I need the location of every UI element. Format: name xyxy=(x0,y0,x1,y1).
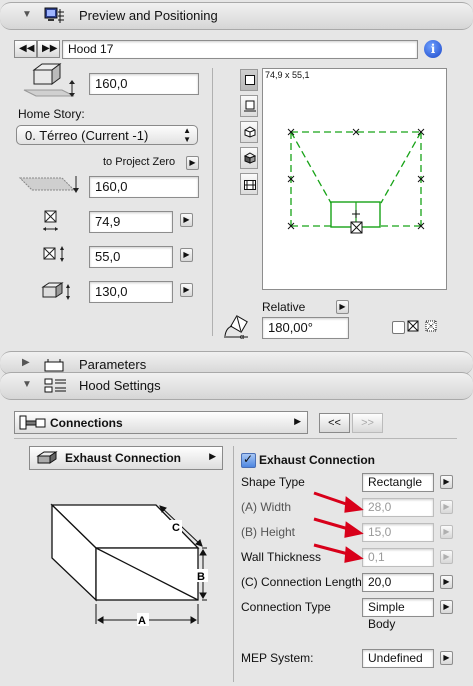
hood-column-divider xyxy=(233,446,234,682)
wall-thickness-param-button[interactable]: ▶ xyxy=(440,550,453,564)
height-options-button[interactable]: ▶ xyxy=(180,283,193,297)
height-field[interactable]: 130,0 xyxy=(89,281,173,303)
hood-plan-drawing xyxy=(287,128,425,234)
to-project-zero-button[interactable]: ▶ xyxy=(186,156,199,170)
connections-icon xyxy=(19,415,47,434)
next-page-label: >> xyxy=(361,417,374,429)
view-side-button[interactable] xyxy=(240,95,258,117)
next-page-button[interactable]: >> xyxy=(352,413,383,433)
object-name-field[interactable]: Hood 17 xyxy=(62,40,418,59)
hood-header-divider xyxy=(14,438,457,439)
disclosure-triangle-icon[interactable]: ▶ xyxy=(22,357,30,368)
cube-shaded-icon xyxy=(243,152,257,167)
home-story-value: 0. Térreo (Current -1) xyxy=(25,128,149,143)
connection-length-label: (C) Connection Length xyxy=(241,575,362,589)
connection-height-field[interactable]: 15,0 xyxy=(362,523,434,542)
height-icon xyxy=(40,281,72,304)
shape-type-field[interactable]: Rectangle xyxy=(362,473,434,492)
exhaust-duct-icon xyxy=(36,451,58,468)
width-icon xyxy=(42,209,60,236)
depth-options-button[interactable]: ▶ xyxy=(180,248,193,262)
exhaust-checkbox-label: Exhaust Connection xyxy=(259,453,376,467)
width-label: (A) Width xyxy=(241,500,292,514)
page-select[interactable]: Connections ▶ xyxy=(14,411,308,434)
mep-system-label: MEP System: xyxy=(241,651,314,665)
connection-type-field[interactable]: Simple Body xyxy=(362,598,434,631)
elevation-field[interactable]: 160,0 xyxy=(89,73,199,95)
width-options-button[interactable]: ▶ xyxy=(180,213,193,227)
diagram-label-b: B xyxy=(197,571,205,583)
preview-section-header[interactable]: ▼ Preview and Positioning xyxy=(0,2,473,30)
fast-forward-icon: ▶▶ xyxy=(42,43,58,54)
previous-object-button[interactable]: ◀◀ xyxy=(14,40,37,58)
view-elevation-button[interactable] xyxy=(240,173,258,195)
rotation-angle-icon: α xyxy=(222,314,252,343)
project-zero-icon xyxy=(18,174,80,199)
preview-canvas[interactable]: 74,9 x 55,1 xyxy=(262,68,447,290)
previous-page-button[interactable]: << xyxy=(319,413,350,433)
connection-type-options-button[interactable]: ▶ xyxy=(440,600,453,614)
hood-settings-icon xyxy=(44,377,68,398)
preview-section-title: Preview and Positioning xyxy=(79,8,218,23)
subpanel-value: Exhaust Connection xyxy=(65,451,182,465)
depth-icon xyxy=(42,245,68,266)
connection-type-label: Connection Type xyxy=(241,600,331,614)
home-story-label: Home Story: xyxy=(18,107,85,121)
diagram-label-a: A xyxy=(138,615,146,627)
preview-divider xyxy=(212,68,213,336)
parameters-section-title: Parameters xyxy=(79,357,147,372)
angle-field[interactable]: 180,00° xyxy=(262,317,349,339)
updown-chevron-icon: ▲ ▼ xyxy=(183,126,191,144)
cube-wire-icon xyxy=(244,126,256,141)
elevation-icon xyxy=(22,62,82,107)
info-icon[interactable]: i xyxy=(424,40,442,58)
film-strip-icon xyxy=(244,179,256,193)
hood-settings-title: Hood Settings xyxy=(79,378,161,393)
view-3d-shaded-button[interactable] xyxy=(240,147,258,169)
connection-length-param-button[interactable]: ▶ xyxy=(440,575,453,589)
height-param-button[interactable]: ▶ xyxy=(440,525,453,539)
next-object-button[interactable]: ▶▶ xyxy=(37,40,60,58)
height-label: (B) Height xyxy=(241,525,296,539)
connection-diagram: A B C xyxy=(50,503,208,627)
width-field[interactable]: 74,9 xyxy=(89,211,173,233)
mirror-checkbox[interactable] xyxy=(392,321,405,334)
depth-field[interactable]: 55,0 xyxy=(89,246,173,268)
page-select-value: Connections xyxy=(50,416,123,430)
previous-page-label: << xyxy=(328,417,341,429)
home-story-select[interactable]: 0. Térreo (Current -1) ▲ ▼ xyxy=(16,125,198,145)
wall-thickness-field[interactable]: 0,1 xyxy=(362,548,434,567)
svg-text:α: α xyxy=(240,334,244,340)
hood-settings-header[interactable]: ▼ Hood Settings xyxy=(0,372,473,400)
diagram-label-c: C xyxy=(172,522,180,534)
connection-width-field[interactable]: 28,0 xyxy=(362,498,434,517)
square-view-icon xyxy=(245,75,255,85)
project-zero-field[interactable]: 160,0 xyxy=(89,176,199,198)
width-param-button[interactable]: ▶ xyxy=(440,500,453,514)
shape-type-options-button[interactable]: ▶ xyxy=(440,475,453,489)
checkmark-icon: ✓ xyxy=(243,452,254,466)
mirror-dotted-icon xyxy=(425,320,437,335)
shape-type-label: Shape Type xyxy=(241,475,305,489)
chevron-right-icon: ▶ xyxy=(209,451,216,461)
relative-label: Relative xyxy=(262,300,306,314)
connection-length-field[interactable]: 20,0 xyxy=(362,573,434,592)
mep-system-options-button[interactable]: ▶ xyxy=(440,651,453,665)
mep-system-field[interactable]: Undefined xyxy=(362,649,434,668)
rewind-icon: ◀◀ xyxy=(19,43,35,54)
preview-section-icon xyxy=(44,7,66,28)
annotation-arrows xyxy=(313,491,364,563)
view-plan-button[interactable] xyxy=(240,69,258,91)
chevron-right-icon: ▶ xyxy=(294,416,301,426)
mirror-x-icon xyxy=(407,320,419,335)
disclosure-triangle-icon[interactable]: ▼ xyxy=(22,379,32,390)
side-view-icon xyxy=(244,100,256,115)
exhaust-checkbox[interactable]: ✓ xyxy=(241,452,256,468)
subpanel-select[interactable]: Exhaust Connection ▶ xyxy=(29,446,223,470)
view-3d-wire-button[interactable] xyxy=(240,121,258,143)
relative-options-button[interactable]: ▶ xyxy=(336,300,349,314)
disclosure-triangle-icon[interactable]: ▼ xyxy=(22,9,32,20)
to-project-zero-label: to Project Zero xyxy=(103,156,176,168)
